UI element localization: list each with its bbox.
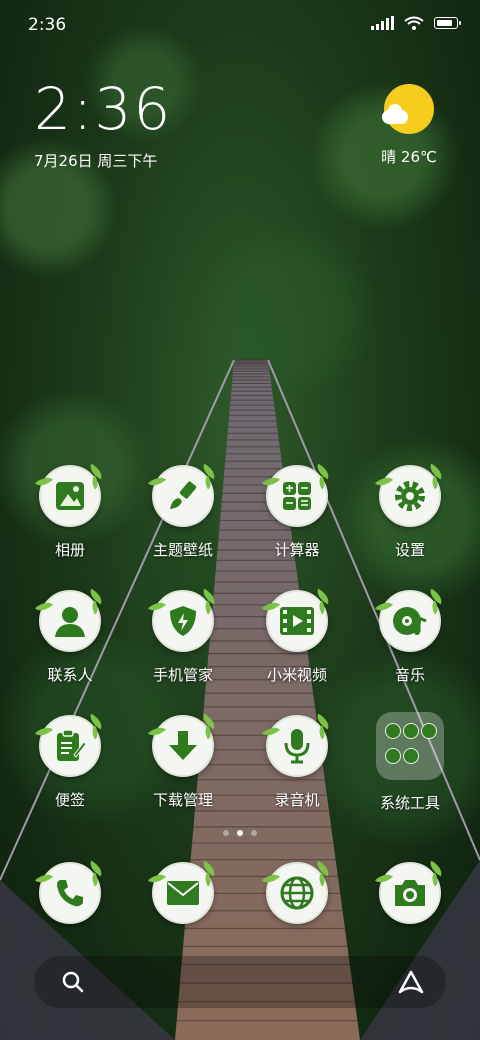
- dock-browser[interactable]: [247, 860, 347, 924]
- search-bar[interactable]: [34, 956, 446, 1008]
- camera-icon: [374, 860, 446, 924]
- page-indicator[interactable]: [0, 830, 480, 836]
- calculator-icon: [261, 463, 333, 527]
- gear-icon: [374, 463, 446, 527]
- app-notes[interactable]: 便签: [20, 713, 120, 810]
- security-shield-icon: [147, 588, 219, 652]
- app-label: 便签: [54, 791, 85, 809]
- app-calculator[interactable]: 计算器: [247, 463, 347, 560]
- app-contacts[interactable]: 联系人: [20, 588, 120, 685]
- app-recorder[interactable]: 录音机: [247, 713, 347, 810]
- folder-icon: [376, 712, 444, 780]
- page-dot-active[interactable]: [237, 830, 243, 836]
- app-label: 相册: [54, 541, 85, 559]
- clock-widget[interactable]: 2:36 7月26日 周三下午: [34, 80, 172, 171]
- dock: [0, 860, 480, 928]
- dock-phone[interactable]: [20, 860, 120, 924]
- page-dot[interactable]: [251, 830, 257, 836]
- app-label: 音乐: [394, 666, 425, 684]
- gallery-icon: [34, 463, 106, 527]
- app-themes[interactable]: 主题壁纸: [133, 463, 233, 560]
- app-music[interactable]: 音乐: [360, 588, 460, 685]
- app-settings[interactable]: 设置: [360, 463, 460, 560]
- microphone-icon: [261, 713, 333, 777]
- app-label: 主题壁纸: [152, 541, 213, 559]
- clock-date: 7月26日 周三下午: [34, 152, 158, 170]
- app-label: 联系人: [47, 666, 93, 684]
- dock-messages[interactable]: [133, 860, 233, 924]
- phone-icon: [34, 860, 106, 924]
- theme-brush-icon: [147, 463, 219, 527]
- wifi-icon: [404, 16, 424, 30]
- music-icon: [374, 588, 446, 652]
- weather-widget[interactable]: 晴 26℃: [374, 84, 444, 167]
- app-downloads[interactable]: 下载管理: [133, 713, 233, 810]
- video-icon: [261, 588, 333, 652]
- app-label: 小米视频: [266, 666, 327, 684]
- search-icon[interactable]: [62, 971, 84, 993]
- battery-icon: [434, 17, 461, 29]
- app-video[interactable]: 小米视频: [247, 588, 347, 685]
- weather-text: 晴 26℃: [381, 148, 437, 166]
- app-label: 系统工具: [379, 794, 440, 812]
- app-gallery[interactable]: 相册: [20, 463, 120, 560]
- assistant-icon[interactable]: [398, 970, 424, 994]
- contact-icon: [34, 588, 106, 652]
- sunny-cloud-icon: [382, 84, 434, 134]
- app-label: 下载管理: [152, 791, 213, 809]
- signal-icon: [371, 16, 394, 30]
- app-label: 计算器: [274, 541, 320, 559]
- app-label: 设置: [394, 541, 425, 559]
- app-label: 录音机: [274, 791, 320, 809]
- app-security[interactable]: 手机管家: [133, 588, 233, 685]
- clock-time: 2:36: [34, 75, 173, 143]
- download-icon: [147, 713, 219, 777]
- notes-icon: [34, 713, 106, 777]
- status-bar: 2:36: [0, 0, 480, 50]
- status-time: 2:36: [28, 15, 67, 35]
- dock-camera[interactable]: [360, 860, 460, 924]
- folder-system-tools[interactable]: 系统工具: [360, 712, 460, 813]
- browser-icon: [261, 860, 333, 924]
- app-label: 手机管家: [152, 666, 213, 684]
- status-icons: [371, 16, 461, 30]
- message-icon: [147, 860, 219, 924]
- page-dot[interactable]: [223, 830, 229, 836]
